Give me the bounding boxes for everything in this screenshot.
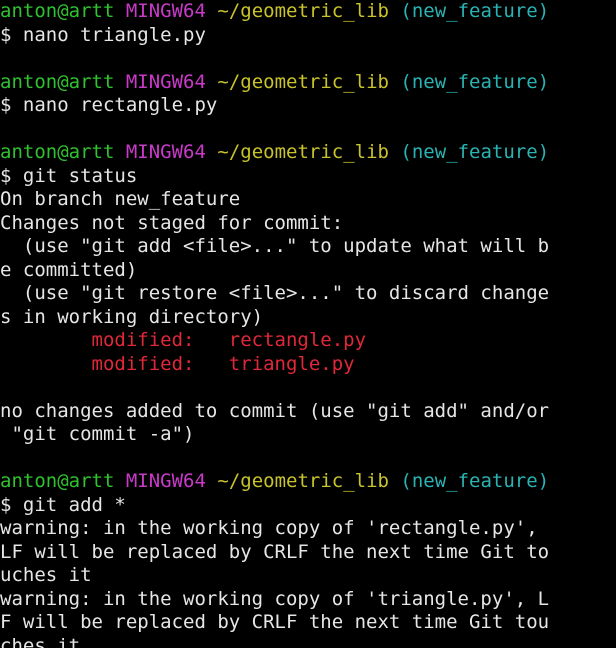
prompt-path: ~/geometric_lib: [217, 141, 389, 163]
command-line: $ nano triangle.py: [0, 23, 206, 46]
output-line: warning: in the working copy of 'triangl…: [0, 587, 550, 610]
output-line: F will be replaced by CRLF the next time…: [0, 611, 550, 633]
prompt-path: ~/geometric_lib: [217, 0, 389, 22]
prompt-user-host: anton@artt: [0, 70, 115, 93]
prompt-user-host: anton@artt: [0, 141, 115, 163]
prompt-line: anton@artt MINGW64 ~/geometric_lib (new_…: [0, 141, 616, 165]
prompt-env: MINGW64: [125, 141, 206, 163]
prompt-path: ~/geometric_lib: [217, 470, 389, 492]
output-line: no changes added to commit (use "git add…: [0, 399, 550, 422]
command-line: $ nano rectangle.py: [0, 94, 218, 116]
terminal-window[interactable]: anton@artt MINGW64 ~/geometric_lib (new_…: [0, 0, 616, 648]
prompt-env: MINGW64: [125, 470, 206, 492]
prompt-env: MINGW64: [125, 70, 206, 93]
output-line: LF will be replaced by CRLF the next tim…: [0, 540, 550, 563]
output-line: e committed): [0, 258, 138, 281]
output-line: "git commit -a"): [0, 423, 195, 445]
output-line: uches it: [0, 564, 92, 586]
prompt-branch: (new_feature): [400, 141, 550, 163]
prompt-branch: (new_feature): [400, 0, 550, 22]
output-line: (use "git restore <file>..." to discard …: [0, 282, 550, 304]
output-line: (use "git add <file>..." to update what …: [0, 235, 550, 257]
command-line: $ git add *: [0, 493, 126, 516]
prompt-branch: (new_feature): [400, 470, 550, 492]
prompt-user-host: anton@artt: [0, 470, 115, 492]
prompt-line: anton@artt MINGW64 ~/geometric_lib (new_…: [0, 71, 616, 95]
output-line: warning: in the working copy of 'rectang…: [0, 517, 538, 539]
output-line: s in working directory): [0, 305, 264, 328]
prompt-line: anton@artt MINGW64 ~/geometric_lib (new_…: [0, 0, 616, 24]
prompt-line: anton@artt MINGW64 ~/geometric_lib (new_…: [0, 470, 616, 494]
prompt-branch: (new_feature): [400, 70, 550, 93]
command-line: $ git status: [0, 164, 138, 187]
prompt-env: MINGW64: [125, 0, 206, 22]
prompt-path: ~/geometric_lib: [217, 70, 389, 93]
output-line: Changes not staged for commit:: [0, 211, 344, 234]
output-line: On branch new_feature: [0, 188, 241, 210]
modified-file-line: modified: rectangle.py: [0, 329, 367, 351]
prompt-user-host: anton@artt: [0, 0, 115, 22]
output-line: ches it: [0, 634, 81, 648]
modified-file-line: modified: triangle.py: [0, 352, 355, 375]
